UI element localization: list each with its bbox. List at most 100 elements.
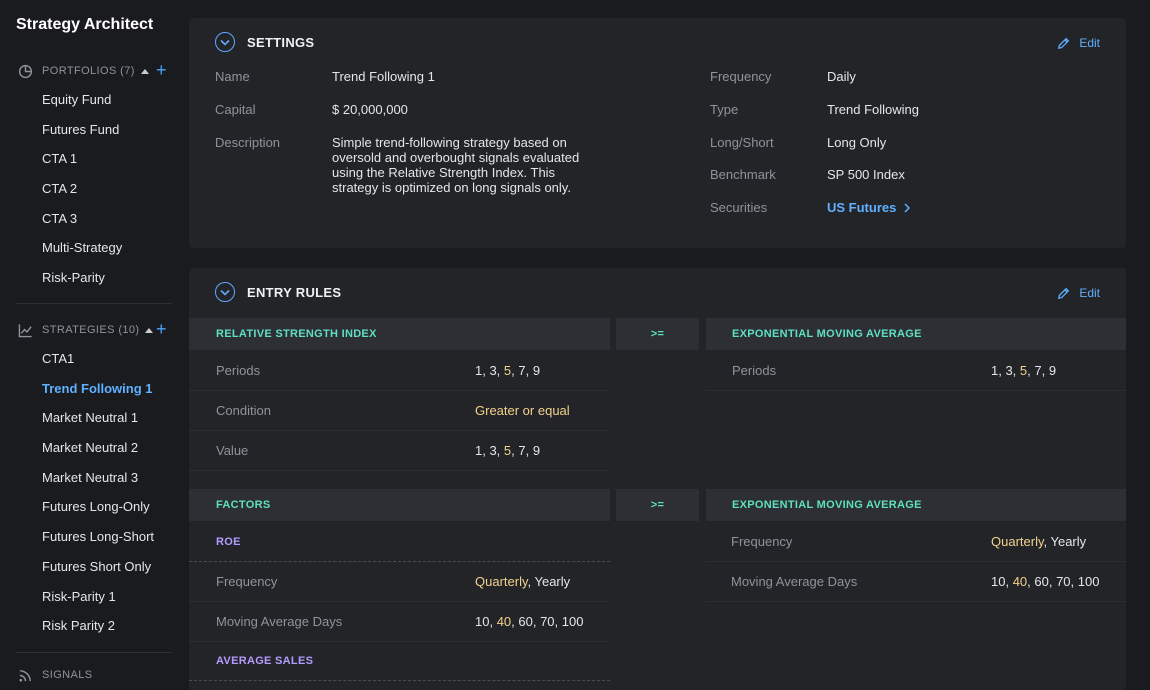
settings-panel: SETTINGS Edit Name Trend Following 1 Cap…: [189, 18, 1126, 248]
row-value: 1, 3, 5, 7, 9: [475, 363, 541, 378]
row-value: Quarterly, Yearly: [991, 534, 1087, 549]
sidebar-item-strategy[interactable]: Futures Long-Short: [42, 522, 180, 552]
pencil-icon: [1058, 37, 1070, 49]
sidebar-item-strategy[interactable]: Futures Long-Only: [42, 492, 180, 522]
sidebar: Strategy Architect PORTFOLIOS (7) + Equi…: [0, 0, 180, 690]
sidebar-item-portfolio[interactable]: CTA 2: [42, 174, 180, 204]
chevron-down-icon[interactable]: [215, 32, 235, 52]
sidebar-item-strategy-active[interactable]: Trend Following 1: [42, 374, 180, 404]
sidebar-item-strategy[interactable]: Risk-Parity 1: [42, 582, 180, 612]
table-row: Moving Average Days 10, 40, 60, 70, 100: [189, 602, 610, 642]
sidebar-item-strategy[interactable]: Market Neutral 2: [42, 433, 180, 463]
row-value: 10, 40, 60, 70, 100: [475, 614, 584, 629]
sidebar-item-strategy[interactable]: CTA1: [42, 344, 180, 374]
sidebar-divider: [16, 652, 172, 653]
portfolios-header[interactable]: PORTFOLIOS (7) +: [16, 60, 172, 81]
sidebar-item-portfolio[interactable]: CTA 1: [42, 144, 180, 174]
description-label: Description: [215, 135, 281, 150]
app-title: Strategy Architect: [16, 16, 154, 33]
operator-badge: >=: [616, 489, 699, 521]
factors-header: FACTORS: [189, 489, 610, 521]
table-row: Condition Greater or equal: [189, 391, 610, 431]
factor-average-sales: AVERAGE SALES: [189, 641, 610, 681]
row-label: Condition: [216, 403, 271, 418]
sidebar-item-portfolio[interactable]: CTA 3: [42, 204, 180, 234]
securities-link[interactable]: US Futures: [827, 200, 911, 215]
add-portfolio-button[interactable]: +: [156, 60, 167, 80]
table-row: Value 1, 3, 5, 7, 9: [189, 431, 610, 471]
row-value: 10, 40, 60, 70, 100: [991, 574, 1100, 589]
securities-label: Securities: [710, 200, 768, 215]
table-row: Periods 1, 3, 5, 7, 9: [189, 351, 610, 391]
row-value: Quarterly, Yearly: [475, 574, 571, 589]
type-label: Type: [710, 102, 739, 117]
sidebar-item-strategy[interactable]: Futures Short Only: [42, 552, 180, 582]
operator-badge: >=: [616, 318, 699, 350]
table-row: Frequency Quarterly, Yearly: [189, 562, 610, 602]
portfolio-list: Equity Fund Futures Fund CTA 1 CTA 2 CTA…: [42, 85, 180, 293]
row-label: Periods: [216, 363, 261, 378]
sidebar-item-portfolio[interactable]: Risk-Parity: [42, 263, 180, 293]
signals-header[interactable]: SIGNALS: [16, 665, 172, 685]
ema-header: EXPONENTIAL MOVING AVERAGE: [706, 318, 1126, 350]
chevron-down-icon[interactable]: [215, 282, 235, 302]
long-short-label: Long/Short: [710, 135, 774, 150]
chevron-right-icon: [904, 202, 911, 213]
capital-value: $ 20,000,000: [332, 102, 408, 117]
type-value: Trend Following: [827, 102, 920, 117]
row-value: Greater or equal: [475, 403, 570, 418]
portfolios-title: PORTFOLIOS (7): [42, 65, 135, 77]
frequency-label: Frequency: [710, 69, 772, 84]
frequency-value: Daily: [827, 69, 856, 84]
row-value: 1, 3, 5, 7, 9: [475, 443, 541, 458]
row-label: Periods: [732, 363, 777, 378]
entry-rules-edit-label: Edit: [1079, 286, 1100, 300]
table-row: Moving Average Days 10, 40, 60, 70, 100: [706, 562, 1126, 602]
entry-rules-edit-button[interactable]: Edit: [1057, 286, 1100, 300]
settings-title: SETTINGS: [247, 34, 315, 50]
settings-edit-label: Edit: [1079, 36, 1100, 50]
row-label: Moving Average Days: [731, 574, 858, 589]
ema-header: EXPONENTIAL MOVING AVERAGE: [706, 489, 1126, 521]
sidebar-divider: [16, 303, 172, 304]
collapse-caret-icon[interactable]: [145, 327, 154, 333]
strategies-header[interactable]: STRATEGIES (10) +: [16, 319, 172, 340]
sidebar-item-strategy[interactable]: Market Neutral 3: [42, 463, 180, 493]
name-label: Name: [215, 69, 250, 84]
description-value: Simple trend-following strategy based on…: [332, 135, 580, 195]
entry-rules-panel: ENTRY RULES Edit RELATIVE STRENGTH INDEX…: [189, 268, 1126, 690]
line-chart-icon: [16, 321, 34, 339]
row-label: Frequency: [731, 534, 793, 549]
row-label: Value: [216, 443, 249, 458]
pie-chart-icon: [16, 62, 34, 80]
sidebar-item-strategy[interactable]: Risk Parity 2: [42, 611, 180, 641]
signals-title: SIGNALS: [42, 669, 93, 681]
row-label: Frequency: [216, 574, 278, 589]
row-label: Moving Average Days: [216, 614, 343, 629]
sidebar-item-portfolio[interactable]: Futures Fund: [42, 115, 180, 145]
entry-rules-header[interactable]: ENTRY RULES: [215, 281, 341, 303]
add-strategy-button[interactable]: +: [156, 319, 167, 339]
name-value: Trend Following 1: [332, 69, 435, 84]
sidebar-item-portfolio[interactable]: Multi-Strategy: [42, 233, 180, 263]
rss-icon: [16, 666, 34, 684]
strategy-list: CTA1 Trend Following 1 Market Neutral 1 …: [42, 344, 180, 641]
collapse-caret-icon[interactable]: [140, 68, 149, 74]
sidebar-item-strategy[interactable]: Market Neutral 1: [42, 403, 180, 433]
settings-edit-button[interactable]: Edit: [1057, 36, 1100, 50]
securities-value: US Futures: [827, 200, 897, 215]
factor-roe: ROE: [189, 522, 610, 562]
long-short-value: Long Only: [827, 135, 887, 150]
strategies-title: STRATEGIES (10): [42, 324, 140, 336]
settings-header[interactable]: SETTINGS: [215, 31, 314, 53]
sidebar-item-portfolio[interactable]: Equity Fund: [42, 85, 180, 115]
benchmark-value: SP 500 Index: [827, 167, 905, 182]
entry-rules-title: ENTRY RULES: [247, 284, 342, 300]
benchmark-label: Benchmark: [710, 167, 776, 182]
rsi-header: RELATIVE STRENGTH INDEX: [189, 318, 610, 350]
capital-label: Capital: [215, 102, 256, 117]
table-row: Periods 1, 3, 5, 7, 9: [706, 351, 1126, 391]
row-value: 1, 3, 5, 7, 9: [991, 363, 1057, 378]
table-row: Frequency Quarterly, Yearly: [706, 522, 1126, 562]
pencil-icon: [1058, 287, 1070, 299]
